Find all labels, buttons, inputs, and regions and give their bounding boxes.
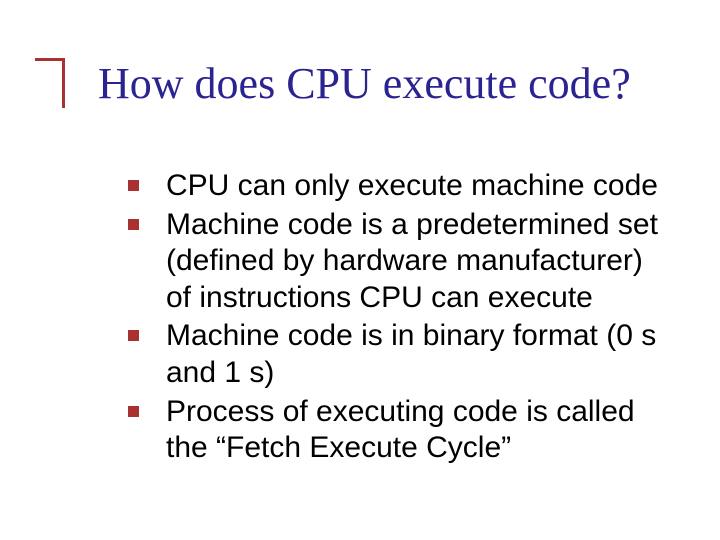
bullet-text: Process of executing code is called the … — [166, 395, 635, 465]
accent-vertical — [62, 58, 65, 108]
bullet-text: Machine code is in binary format (0 s an… — [166, 319, 656, 389]
slide-title: How does CPU execute code? — [98, 58, 631, 109]
bullet-text: Machine code is a predetermined set (def… — [166, 208, 658, 314]
bullet-list: CPU can only execute machine code Machin… — [128, 168, 660, 467]
bullet-square-icon — [128, 406, 139, 417]
list-item: CPU can only execute machine code — [128, 168, 660, 205]
bullet-square-icon — [128, 180, 139, 191]
slide-body: CPU can only execute machine code Machin… — [128, 168, 660, 469]
slide: How does CPU execute code? CPU can only … — [0, 0, 720, 540]
bullet-square-icon — [128, 330, 139, 341]
list-item: Process of executing code is called the … — [128, 394, 660, 467]
list-item: Machine code is in binary format (0 s an… — [128, 318, 660, 391]
bullet-text: CPU can only execute machine code — [166, 169, 658, 202]
bullet-square-icon — [128, 219, 139, 230]
accent-horizontal — [35, 58, 63, 61]
list-item: Machine code is a predetermined set (def… — [128, 207, 660, 317]
